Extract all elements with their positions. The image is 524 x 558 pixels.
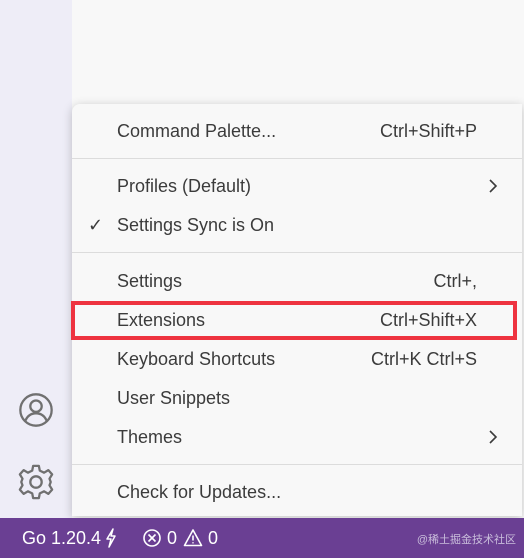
- menu-item-check-updates[interactable]: Check for Updates...: [72, 474, 522, 510]
- checkmark-icon: ✓: [88, 214, 104, 235]
- menu-item-user-snippets[interactable]: User Snippets: [72, 380, 522, 416]
- menu-item-label: Settings: [117, 270, 183, 291]
- warning-icon: [183, 529, 203, 547]
- menu-item-settings-sync[interactable]: ✓ Settings Sync is On: [72, 207, 522, 243]
- gear-icon[interactable]: [16, 462, 56, 502]
- menu-item-shortcut: Ctrl+,: [433, 270, 477, 291]
- error-icon: [143, 529, 161, 547]
- lightning-icon: [106, 528, 116, 548]
- menu-separator: [72, 464, 522, 465]
- warning-count: 0: [208, 527, 219, 548]
- chevron-right-icon: [489, 179, 498, 193]
- menu-item-label: User Snippets: [117, 387, 231, 408]
- menu-item-themes[interactable]: Themes: [72, 419, 522, 455]
- menu-item-label: Profiles (Default): [117, 175, 252, 196]
- menu-separator: [72, 252, 522, 253]
- menu-item-shortcut: Ctrl+Shift+P: [379, 120, 477, 141]
- problems-status[interactable]: 0 0: [142, 518, 218, 558]
- watermark: @稀土掘金技术社区: [416, 534, 516, 546]
- menu-item-profiles[interactable]: Profiles (Default): [72, 168, 522, 204]
- go-version-label: Go 1.20.4: [22, 527, 102, 548]
- menu-separator: [72, 158, 522, 159]
- account-icon[interactable]: [16, 390, 56, 430]
- menu-item-label: Settings Sync is On: [117, 214, 275, 235]
- menu-item-label: Keyboard Shortcuts: [117, 348, 276, 369]
- highlight-annotation-box: [71, 301, 517, 340]
- go-version-status[interactable]: Go 1.20.4: [22, 518, 118, 558]
- error-count: 0: [167, 527, 178, 548]
- menu-item-label: Themes: [117, 426, 183, 447]
- menu-item-command-palette[interactable]: Command Palette... Ctrl+Shift+P: [72, 113, 522, 149]
- menu-item-label: Command Palette...: [117, 120, 277, 141]
- menu-item-label: Check for Updates...: [117, 481, 282, 502]
- chevron-right-icon: [489, 430, 498, 444]
- menu-item-keyboard-shortcuts[interactable]: Keyboard Shortcuts Ctrl+K Ctrl+S: [72, 341, 522, 377]
- activity-bar: [0, 0, 72, 518]
- menu-item-shortcut: Ctrl+K Ctrl+S: [370, 348, 477, 369]
- menu-item-settings[interactable]: Settings Ctrl+,: [72, 263, 522, 299]
